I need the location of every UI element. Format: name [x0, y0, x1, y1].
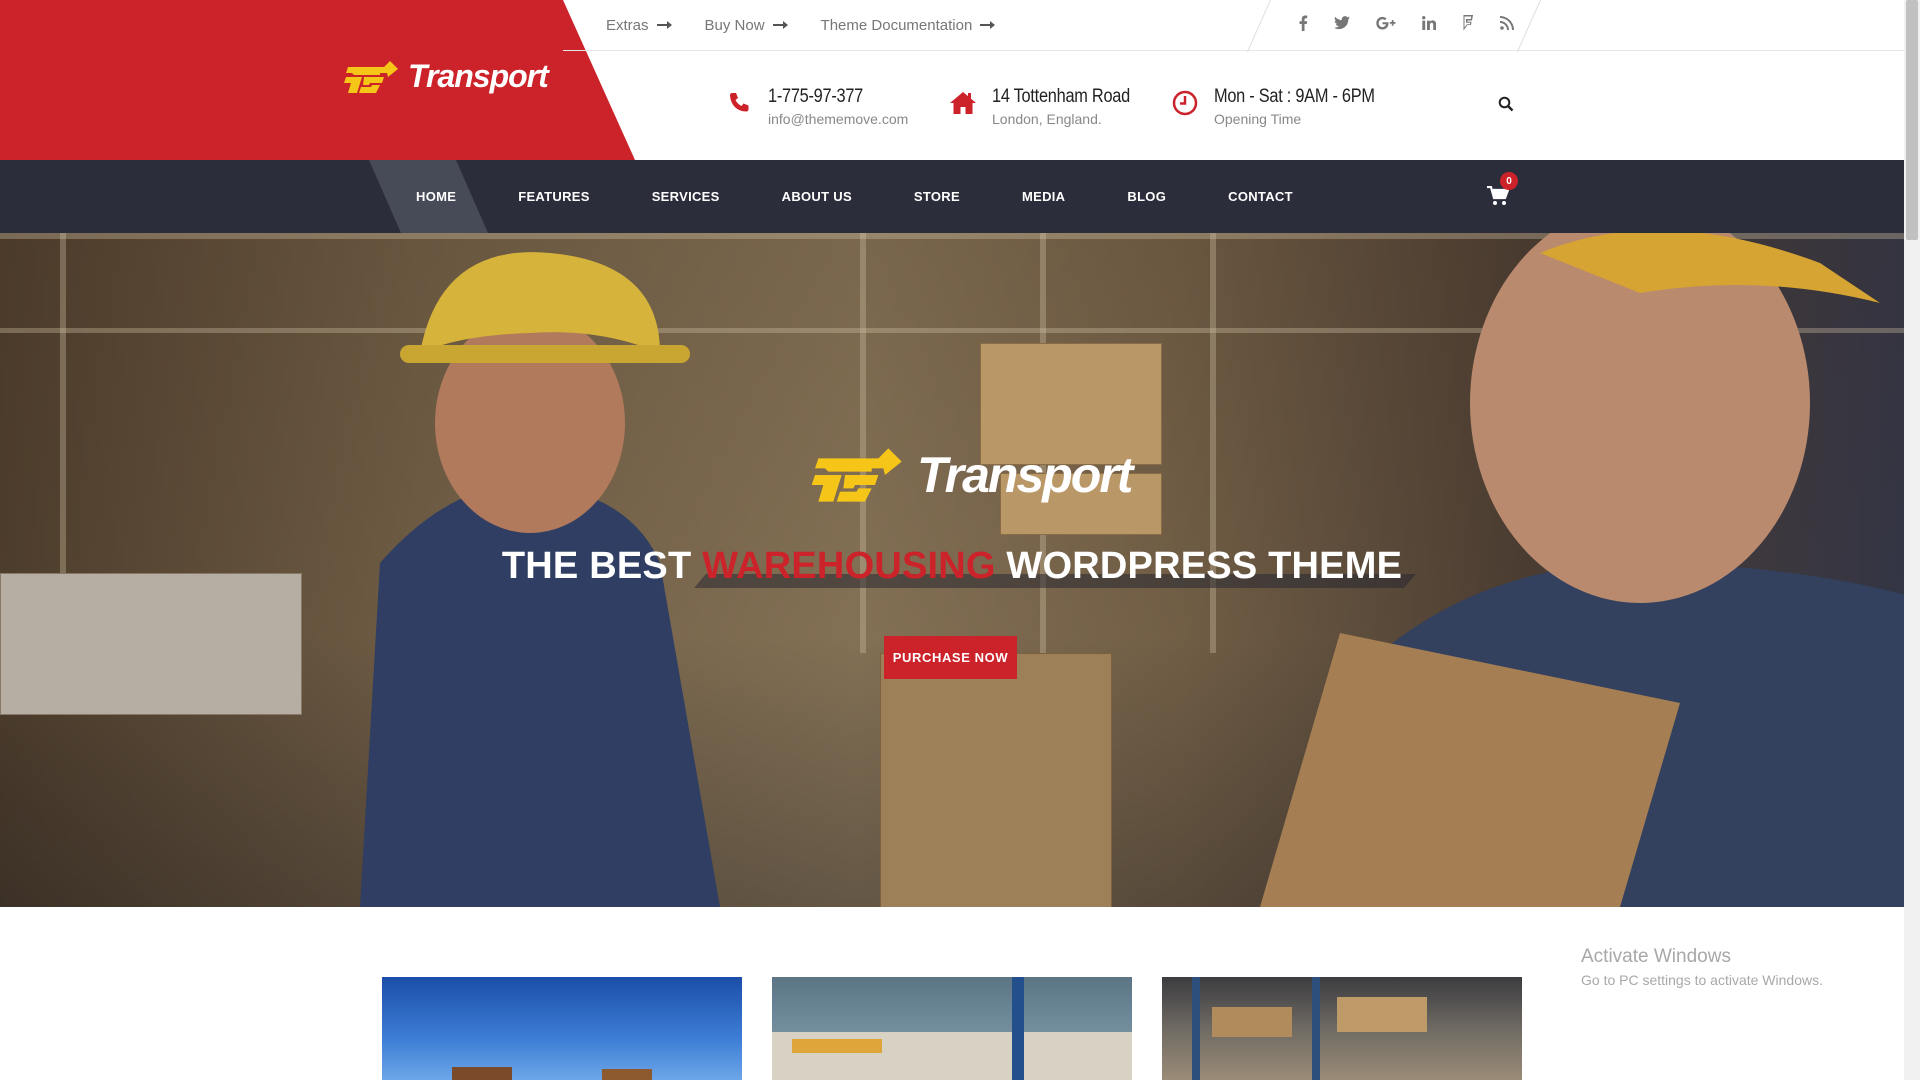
- nav-item-media[interactable]: MEDIA: [991, 189, 1096, 204]
- twitter-icon[interactable]: [1334, 15, 1350, 35]
- nav-menu: HOME FEATURES SERVICES ABOUT US STORE ME…: [385, 160, 1324, 233]
- google-plus-icon[interactable]: [1376, 16, 1396, 35]
- search-icon[interactable]: [1498, 96, 1518, 116]
- warehouse-shelves-image: [1192, 977, 1427, 1080]
- clock-icon: [1170, 88, 1200, 118]
- nav-item-home[interactable]: HOME: [385, 189, 487, 204]
- contact-address: 14 Tottenham Road London, England.: [948, 84, 1152, 128]
- headline-part: WORDPRESS THEME: [995, 545, 1403, 587]
- nav-item-about-us[interactable]: ABOUT US: [751, 189, 883, 204]
- brand-panel: Transport: [0, 0, 635, 160]
- arrow-right-icon: [980, 21, 996, 29]
- hero-banner: Transport THE BEST WAREHOUSING WORDPRESS…: [0, 233, 1904, 907]
- social-divider-left: [1246, 0, 1271, 52]
- arrow-right-icon: [772, 21, 788, 29]
- contact-phone: 1-775-97-377 info@thememove.com: [724, 84, 908, 128]
- hero-logo-text: Transport: [917, 447, 1133, 503]
- ts-logo-icon: [344, 60, 398, 93]
- topbar-link-buy-now[interactable]: Buy Now: [704, 16, 788, 34]
- social-links: [1270, 0, 1542, 50]
- hours-label: Opening Time: [1214, 111, 1302, 127]
- harbor-image: [772, 977, 1132, 1080]
- rss-icon[interactable]: [1500, 15, 1514, 35]
- main-nav: HOME FEATURES SERVICES ABOUT US STORE ME…: [0, 160, 1904, 233]
- hours-text: Mon - Sat : 9AM - 6PM: [1214, 86, 1375, 107]
- site-logo[interactable]: Transport: [340, 58, 549, 95]
- windows-activation-watermark: Activate Windows Go to PC settings to ac…: [1581, 946, 1823, 988]
- feature-card-image[interactable]: [1162, 977, 1522, 1080]
- phone-icon: [724, 88, 754, 118]
- nav-item-store[interactable]: STORE: [883, 189, 991, 204]
- home-icon: [948, 88, 978, 118]
- nav-item-blog[interactable]: BLOG: [1096, 189, 1197, 204]
- sky-port-image: [452, 1067, 652, 1080]
- topbar-link-extras[interactable]: Extras: [606, 16, 672, 34]
- cart-count-badge: 0: [1500, 172, 1518, 190]
- shelf-post: [860, 233, 866, 653]
- topbar-link-label: Extras: [606, 16, 649, 34]
- address-street: 14 Tottenham Road: [992, 86, 1130, 107]
- nav-item-contact[interactable]: CONTACT: [1197, 189, 1324, 204]
- headline-highlight: WAREHOUSING: [702, 545, 996, 587]
- topbar-divider: [563, 50, 1904, 51]
- headline-part: THE BEST: [501, 545, 703, 587]
- nav-item-features[interactable]: FEATURES: [487, 189, 621, 204]
- feature-card-image[interactable]: [382, 977, 742, 1080]
- opening-hours: Mon - Sat : 9AM - 6PM Opening Time: [1170, 84, 1401, 128]
- scrollbar-thumb[interactable]: [1906, 0, 1918, 240]
- site-header: Transport Extras Buy Now Theme Documenta…: [0, 0, 1904, 160]
- linkedin-icon[interactable]: [1422, 15, 1437, 35]
- topbar-link-label: Buy Now: [704, 16, 765, 34]
- nav-item-services[interactable]: SERVICES: [621, 189, 751, 204]
- facebook-icon[interactable]: [1298, 15, 1308, 36]
- shelf-post: [60, 233, 66, 593]
- feature-card-image[interactable]: [772, 977, 1132, 1080]
- wrapped-pallet: [0, 573, 302, 715]
- arrow-right-icon: [656, 21, 672, 29]
- watermark-subtitle: Go to PC settings to activate Windows.: [1581, 972, 1823, 988]
- watermark-title: Activate Windows: [1581, 946, 1731, 967]
- purchase-now-button[interactable]: PURCHASE NOW: [884, 636, 1017, 679]
- email-address[interactable]: info@thememove.com: [768, 110, 908, 128]
- topbar-link-label: Theme Documentation: [820, 16, 973, 34]
- topbar-links: Extras Buy Now Theme Documentation: [606, 0, 996, 50]
- cardboard-box: [880, 653, 1112, 907]
- topbar-link-theme-documentation[interactable]: Theme Documentation: [820, 16, 996, 34]
- shelf-post: [1210, 233, 1216, 653]
- foursquare-icon[interactable]: [1462, 14, 1474, 36]
- hero-headline: THE BEST WAREHOUSING WORDPRESS THEME: [0, 545, 1904, 588]
- logo-text: Transport: [408, 58, 549, 94]
- address-city: London, England.: [992, 111, 1102, 127]
- phone-number[interactable]: 1-775-97-377: [768, 84, 889, 110]
- ts-logo-icon: [811, 448, 902, 502]
- hero-logo: Transport: [805, 445, 1133, 505]
